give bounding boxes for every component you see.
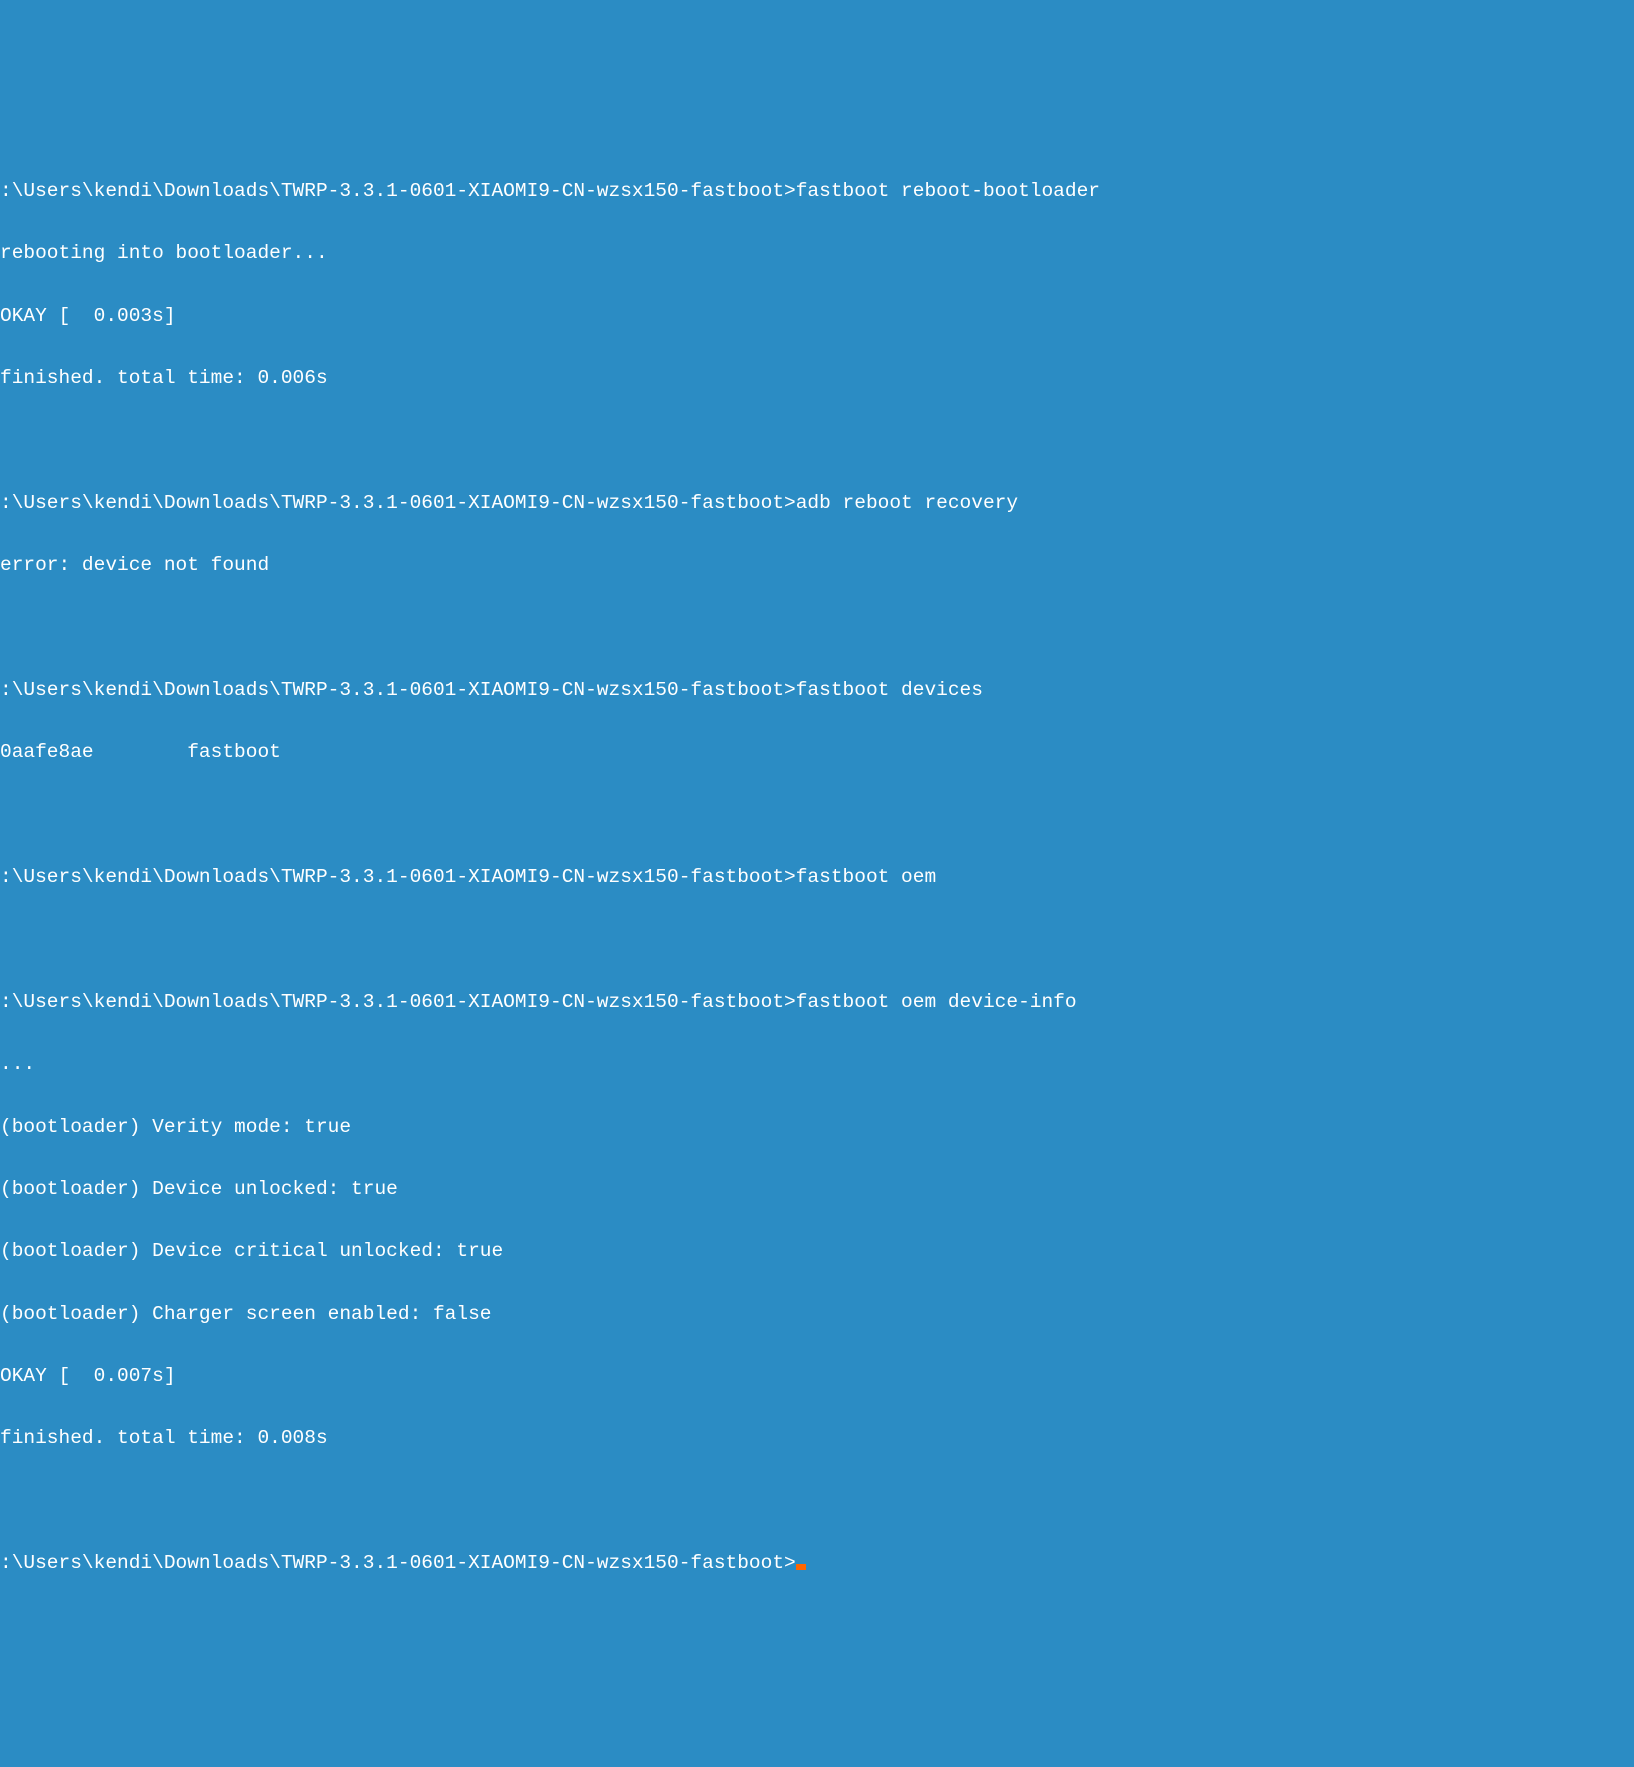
prompt-line-3: :\Users\kendi\Downloads\TWRP-3.3.1-0601-… xyxy=(0,675,1634,706)
output-line: finished. total time: 0.006s xyxy=(0,363,1634,394)
output-line: 0aafe8ae fastboot xyxy=(0,737,1634,768)
command-1: fastboot reboot-bootloader xyxy=(796,180,1100,202)
prompt-2: :\Users\kendi\Downloads\TWRP-3.3.1-0601-… xyxy=(0,492,796,514)
prompt-3: :\Users\kendi\Downloads\TWRP-3.3.1-0601-… xyxy=(0,679,796,701)
prompt-line-4: :\Users\kendi\Downloads\TWRP-3.3.1-0601-… xyxy=(0,862,1634,893)
blank-line xyxy=(0,924,1634,955)
output-line: finished. total time: 0.008s xyxy=(0,1423,1634,1454)
command-5: fastboot oem device-info xyxy=(796,991,1077,1013)
output-line: (bootloader) Device unlocked: true xyxy=(0,1174,1634,1205)
output-line: (bootloader) Charger screen enabled: fal… xyxy=(0,1299,1634,1330)
output-line: OKAY [ 0.003s] xyxy=(0,301,1634,332)
output-line: OKAY [ 0.007s] xyxy=(0,1361,1634,1392)
output-line: error: device not found xyxy=(0,550,1634,581)
prompt-line-2: :\Users\kendi\Downloads\TWRP-3.3.1-0601-… xyxy=(0,488,1634,519)
prompt-current: :\Users\kendi\Downloads\TWRP-3.3.1-0601-… xyxy=(0,1552,796,1574)
command-2: adb reboot recovery xyxy=(796,492,1018,514)
blank-line xyxy=(0,1486,1634,1517)
blank-line xyxy=(0,613,1634,644)
prompt-line-current[interactable]: :\Users\kendi\Downloads\TWRP-3.3.1-0601-… xyxy=(0,1548,1634,1579)
blank-line xyxy=(0,800,1634,831)
cursor-icon xyxy=(796,1564,806,1570)
output-line: (bootloader) Device critical unlocked: t… xyxy=(0,1236,1634,1267)
output-line: rebooting into bootloader... xyxy=(0,238,1634,269)
prompt-4: :\Users\kendi\Downloads\TWRP-3.3.1-0601-… xyxy=(0,866,796,888)
terminal-window[interactable]: :\Users\kendi\Downloads\TWRP-3.3.1-0601-… xyxy=(0,125,1634,1611)
blank-line xyxy=(0,425,1634,456)
prompt-line-1: :\Users\kendi\Downloads\TWRP-3.3.1-0601-… xyxy=(0,176,1634,207)
prompt-1: :\Users\kendi\Downloads\TWRP-3.3.1-0601-… xyxy=(0,180,796,202)
command-4: fastboot oem xyxy=(796,866,936,888)
prompt-line-5: :\Users\kendi\Downloads\TWRP-3.3.1-0601-… xyxy=(0,987,1634,1018)
prompt-5: :\Users\kendi\Downloads\TWRP-3.3.1-0601-… xyxy=(0,991,796,1013)
output-line: ... xyxy=(0,1049,1634,1080)
command-3: fastboot devices xyxy=(796,679,983,701)
output-line: (bootloader) Verity mode: true xyxy=(0,1112,1634,1143)
